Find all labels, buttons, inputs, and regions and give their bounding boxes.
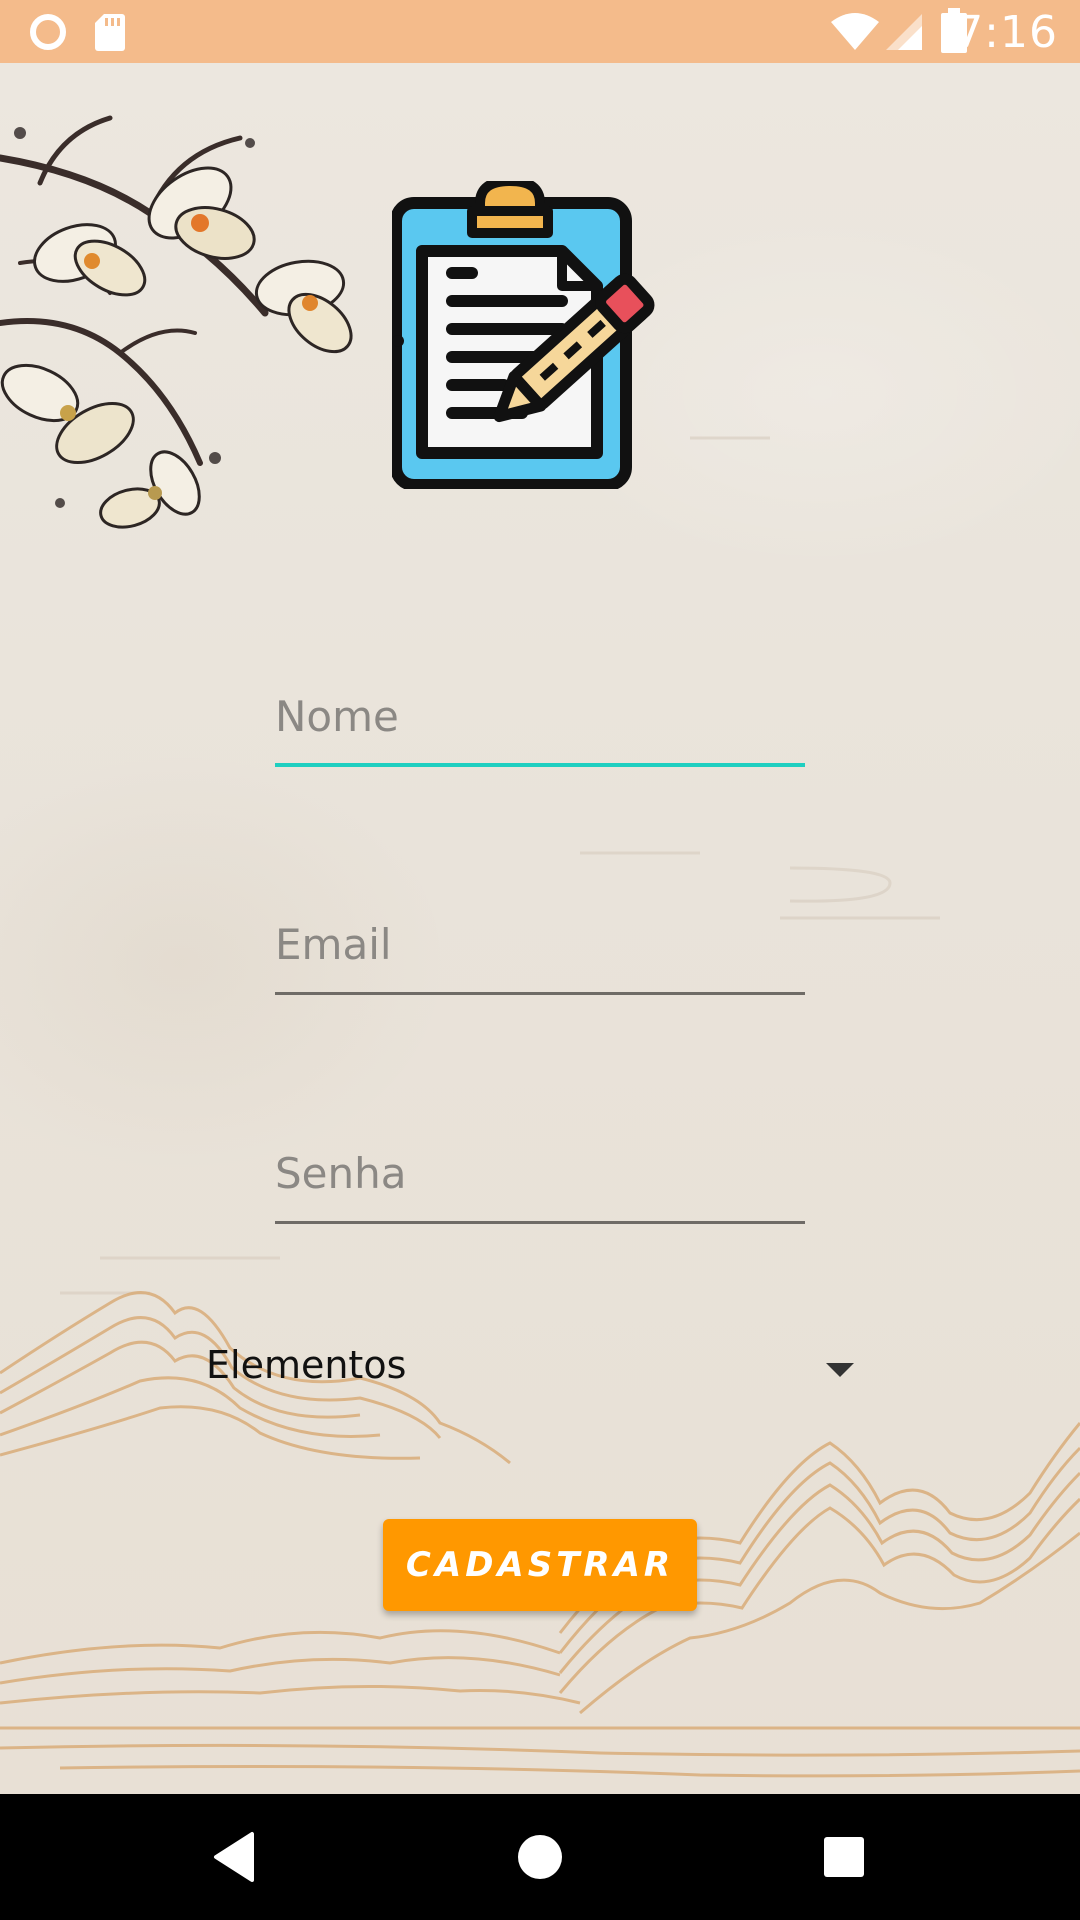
clipboard-pencil-icon <box>392 181 655 489</box>
dropdown-arrow-icon <box>826 1363 854 1377</box>
blossoms <box>0 166 353 529</box>
email-field <box>275 911 805 995</box>
element-dropdown-value: Elementos <box>206 1343 407 1387</box>
wifi-icon <box>831 13 879 50</box>
back-icon[interactable] <box>200 1822 270 1892</box>
sd-card-icon <box>95 14 125 51</box>
navigation-bar <box>0 1794 1080 1920</box>
name-field <box>275 683 805 767</box>
register-screen: Elementos CADASTRAR <box>0 63 1080 1794</box>
status-time: 7:16 <box>955 7 1058 58</box>
recents-icon[interactable] <box>809 1822 879 1892</box>
register-button[interactable]: CADASTRAR <box>383 1519 697 1611</box>
name-input[interactable] <box>275 683 805 767</box>
status-bar: 7:16 <box>0 0 1080 63</box>
circle-notification-icon <box>30 14 66 50</box>
password-input[interactable] <box>275 1140 805 1224</box>
password-field <box>275 1140 805 1224</box>
signal-icon <box>886 14 922 50</box>
email-input[interactable] <box>275 911 805 995</box>
home-icon[interactable] <box>505 1822 575 1892</box>
element-dropdown[interactable]: Elementos <box>200 1325 860 1415</box>
